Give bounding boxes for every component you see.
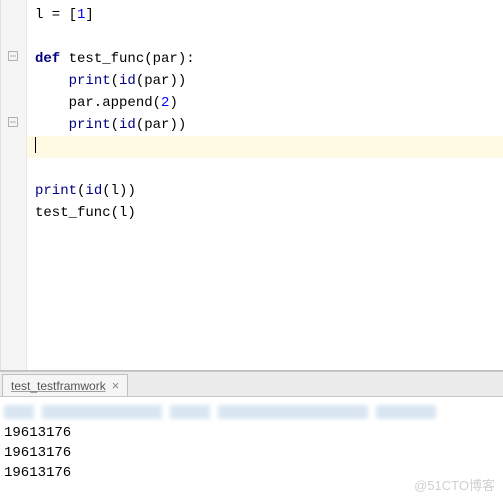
output-line: 19613176 — [2, 463, 503, 483]
console-output[interactable]: 19613176 19613176 19613176 — [0, 397, 503, 487]
fold-icon[interactable] — [5, 48, 21, 64]
code-line[interactable]: print(id(par)) — [35, 114, 495, 136]
code-content[interactable]: l = [1] def test_func(par): print(id(par… — [27, 0, 503, 228]
close-icon[interactable]: × — [112, 379, 120, 392]
code-line[interactable]: l = [1] — [35, 4, 495, 26]
text-cursor — [35, 137, 36, 153]
fold-end-icon[interactable] — [5, 114, 21, 130]
code-line[interactable]: test_func(l) — [35, 202, 495, 224]
output-line: 19613176 — [2, 443, 503, 463]
editor-gutter — [1, 0, 27, 370]
code-line[interactable]: par.append(2) — [35, 92, 495, 114]
console-tab-bar: test_testframwork × — [0, 371, 503, 397]
output-line: 19613176 — [2, 423, 503, 443]
code-line-current[interactable] — [27, 136, 503, 158]
blurred-header-row — [2, 401, 503, 423]
code-line[interactable]: print(id(par)) — [35, 70, 495, 92]
tab-label: test_testframwork — [11, 379, 106, 393]
code-line[interactable] — [35, 158, 495, 180]
code-line[interactable]: print(id(l)) — [35, 180, 495, 202]
code-line[interactable] — [35, 26, 495, 48]
code-editor[interactable]: l = [1] def test_func(par): print(id(par… — [0, 0, 503, 370]
console-tab[interactable]: test_testframwork × — [2, 374, 128, 396]
code-line[interactable]: def test_func(par): — [35, 48, 495, 70]
